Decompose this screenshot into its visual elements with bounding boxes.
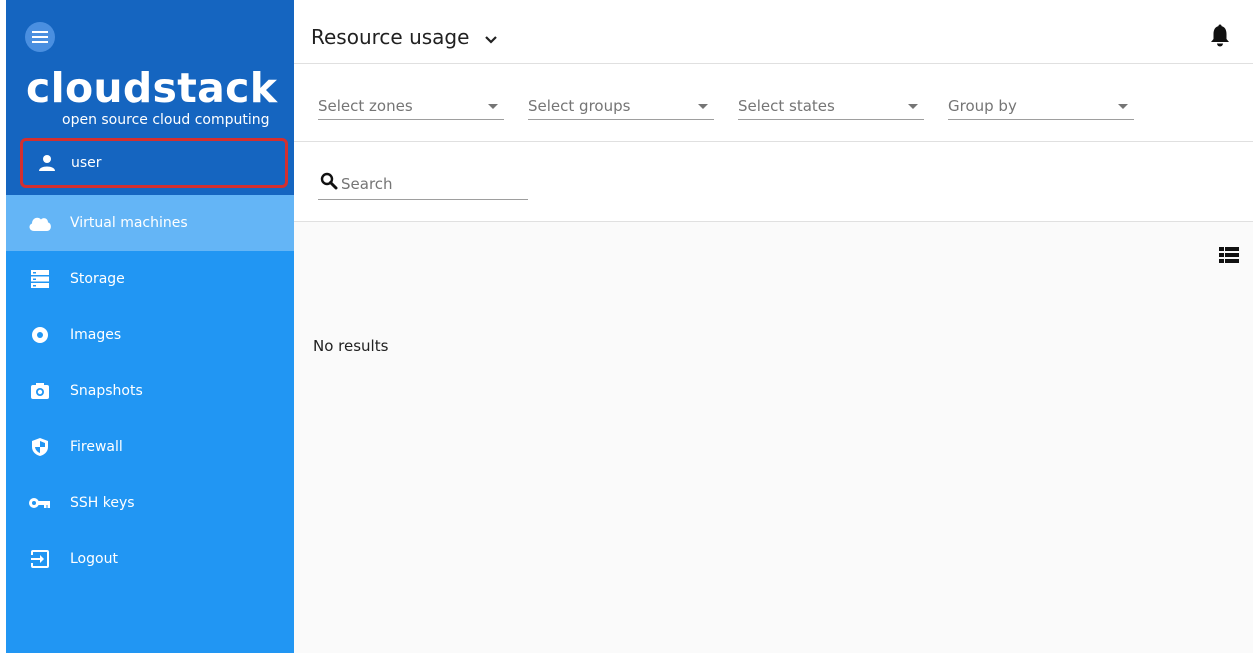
groups-select-value: Select groups: [528, 97, 631, 115]
person-icon: [37, 153, 57, 173]
cloud-icon: [28, 211, 52, 235]
disc-icon: [28, 323, 52, 347]
dropdown-arrow-icon: [488, 104, 498, 109]
states-select[interactable]: Select states: [738, 94, 924, 120]
sidebar-nav: Virtual machines Storage Images Snapshot…: [6, 195, 294, 587]
chevron-down-icon: [483, 29, 499, 45]
search-icon: [320, 172, 338, 190]
sidebar-item-label: SSH keys: [70, 495, 135, 511]
sidebar-item-label: Snapshots: [70, 383, 143, 399]
list-view-icon[interactable]: [1219, 246, 1239, 264]
search-field: [318, 168, 528, 200]
dropdown-arrow-icon: [908, 104, 918, 109]
sidebar-header: cloudstack open source cloud computing u…: [6, 0, 294, 195]
zones-select[interactable]: Select zones: [318, 94, 504, 120]
sidebar-item-label: Storage: [70, 271, 125, 287]
sidebar-item-virtual-machines[interactable]: Virtual machines: [6, 195, 294, 251]
sidebar-item-label: Images: [70, 327, 122, 343]
cloudstack-logo: cloudstack open source cloud computing: [26, 64, 277, 132]
sidebar-item-snapshots[interactable]: Snapshots: [6, 363, 294, 419]
filters-bar: Select zones Select groups Select states…: [294, 64, 1253, 142]
top-toolbar: Resource usage: [294, 0, 1253, 64]
sidebar: cloudstack open source cloud computing u…: [6, 0, 294, 653]
dropdown-arrow-icon: [1118, 104, 1128, 109]
key-icon: [28, 491, 52, 515]
sidebar-item-images[interactable]: Images: [6, 307, 294, 363]
page-title: Resource usage: [311, 25, 470, 49]
search-bar: [294, 142, 1253, 222]
shield-icon: [28, 435, 52, 459]
brand-name: cloudstack: [26, 64, 278, 112]
menu-button[interactable]: [20, 17, 60, 57]
page-title-dropdown[interactable]: Resource usage: [311, 25, 499, 49]
sidebar-item-firewall[interactable]: Firewall: [6, 419, 294, 475]
main-content: Resource usage Select zones Select group…: [294, 0, 1253, 653]
dropdown-arrow-icon: [698, 104, 708, 109]
bell-icon[interactable]: [1209, 24, 1231, 48]
empty-state-message: No results: [313, 337, 389, 355]
zones-select-value: Select zones: [318, 97, 413, 115]
sidebar-item-label: Virtual machines: [70, 215, 188, 231]
brand-tagline: open source cloud computing: [62, 112, 270, 128]
search-input[interactable]: [341, 175, 521, 193]
storage-icon: [28, 267, 52, 291]
logout-icon: [28, 547, 52, 571]
user-menu[interactable]: user: [20, 138, 288, 188]
sidebar-item-label: Logout: [70, 551, 118, 567]
user-label: user: [71, 155, 102, 171]
groups-select[interactable]: Select groups: [528, 94, 714, 120]
sidebar-item-logout[interactable]: Logout: [6, 531, 294, 587]
sidebar-item-storage[interactable]: Storage: [6, 251, 294, 307]
group-by-select-value: Group by: [948, 97, 1017, 115]
group-by-select[interactable]: Group by: [948, 94, 1134, 120]
camera-icon: [28, 379, 52, 403]
sidebar-item-ssh-keys[interactable]: SSH keys: [6, 475, 294, 531]
hamburger-icon: [25, 22, 55, 52]
states-select-value: Select states: [738, 97, 835, 115]
sidebar-item-label: Firewall: [70, 439, 123, 455]
